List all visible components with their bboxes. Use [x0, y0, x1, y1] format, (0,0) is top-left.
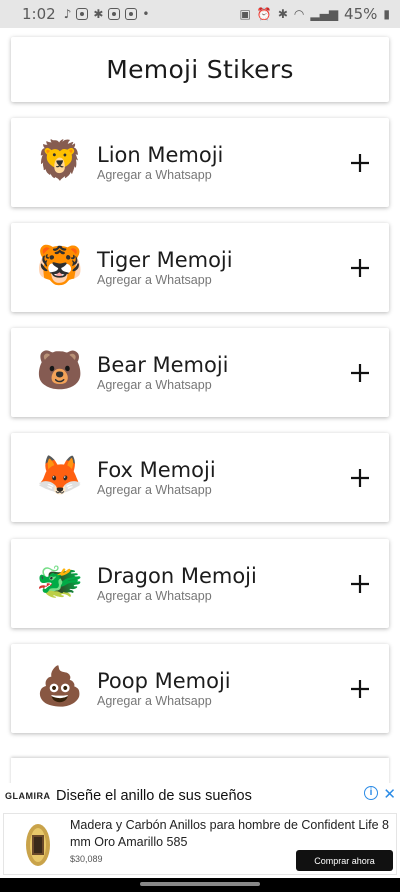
tiktok-icon: ♪ — [63, 7, 72, 21]
ad-description: Madera y Carbón Anillos para hombre de C… — [70, 818, 389, 849]
settings-icon: ✱ — [93, 7, 104, 21]
fox-icon: 🦊 — [36, 455, 84, 497]
poop-icon: 💩 — [36, 666, 84, 708]
ad-choices-icon[interactable]: i — [364, 786, 378, 800]
add-plus-icon[interactable] — [343, 146, 377, 180]
page-title: Memoji Stikers — [106, 55, 294, 84]
sticker-name: Poop Memoji — [97, 669, 231, 693]
sticker-item-fox[interactable]: 🦊 Fox Memoji Agregar a Whatsapp — [11, 433, 389, 522]
status-time: 1:02 — [22, 5, 56, 23]
bear-icon: 🐻 — [36, 350, 84, 392]
battery-icon: ▮ — [383, 7, 390, 21]
home-gesture-handle[interactable] — [140, 882, 260, 886]
instagram-icon — [108, 8, 121, 20]
bluetooth-icon: ✱ — [277, 7, 288, 21]
lion-icon: 🦁 — [36, 140, 84, 182]
system-icons: ▣ ⏰ ✱ ◠ ▂▄▆ 45% ▮ — [240, 5, 390, 23]
instagram-icon — [125, 8, 138, 20]
sticker-name: Lion Memoji — [97, 143, 224, 167]
header-card: Memoji Stikers — [11, 37, 389, 102]
sticker-item-poop[interactable]: 💩 Poop Memoji Agregar a Whatsapp — [11, 644, 389, 733]
wifi-icon: ◠ — [293, 7, 305, 21]
add-plus-icon[interactable] — [343, 567, 377, 601]
sticker-name: Fox Memoji — [97, 458, 216, 482]
ad-price: $30,089 — [70, 854, 103, 864]
sticker-subtitle: Agregar a Whatsapp — [97, 168, 212, 182]
sticker-item-dragon[interactable]: 🐲 Dragon Memoji Agregar a Whatsapp — [11, 539, 389, 628]
status-bar: 1:02 ♪ ✱ • ▣ ⏰ ✱ ◠ ▂▄▆ 45% ▮ — [0, 0, 400, 28]
sticker-name: Bear Memoji — [97, 353, 229, 377]
sticker-item-lion[interactable]: 🦁 Lion Memoji Agregar a Whatsapp — [11, 118, 389, 207]
battery-saver-icon: ▣ — [239, 7, 251, 21]
battery-level: 45% — [344, 5, 378, 23]
ring-image — [26, 824, 50, 866]
dragon-icon: 🐲 — [36, 561, 84, 603]
sticker-subtitle: Agregar a Whatsapp — [97, 378, 212, 392]
navigation-bar — [0, 878, 400, 892]
sticker-name: Tiger Memoji — [97, 248, 233, 272]
sticker-item-bear[interactable]: 🐻 Bear Memoji Agregar a Whatsapp — [11, 328, 389, 417]
sticker-item-tiger[interactable]: 🐯 Tiger Memoji Agregar a Whatsapp — [11, 223, 389, 312]
signal-icon: ▂▄▆ — [310, 7, 339, 21]
ad-headline[interactable]: Diseñe el anillo de sus sueños — [56, 788, 252, 804]
sticker-subtitle: Agregar a Whatsapp — [97, 483, 212, 497]
sticker-subtitle: Agregar a Whatsapp — [97, 589, 212, 603]
ad-brand: GLAMIRA — [5, 791, 51, 801]
buy-now-button[interactable]: Comprar ahora — [296, 850, 393, 871]
ad-product-box[interactable]: Madera y Carbón Anillos para hombre de C… — [3, 813, 397, 875]
tiger-icon: 🐯 — [36, 245, 84, 287]
sticker-name: Dragon Memoji — [97, 564, 257, 588]
alarm-icon: ⏰ — [256, 7, 272, 21]
add-plus-icon[interactable] — [343, 461, 377, 495]
instagram-icon — [76, 8, 89, 20]
close-icon[interactable]: ✕ — [383, 785, 396, 803]
more-notifications-icon: • — [142, 7, 150, 21]
notification-icons: ♪ ✱ • — [64, 7, 150, 21]
sticker-subtitle: Agregar a Whatsapp — [97, 694, 212, 708]
sticker-subtitle: Agregar a Whatsapp — [97, 273, 212, 287]
add-plus-icon[interactable] — [343, 251, 377, 285]
ad-banner[interactable]: GLAMIRA Diseñe el anillo de sus sueños i… — [0, 783, 400, 878]
add-plus-icon[interactable] — [343, 672, 377, 706]
add-plus-icon[interactable] — [343, 356, 377, 390]
